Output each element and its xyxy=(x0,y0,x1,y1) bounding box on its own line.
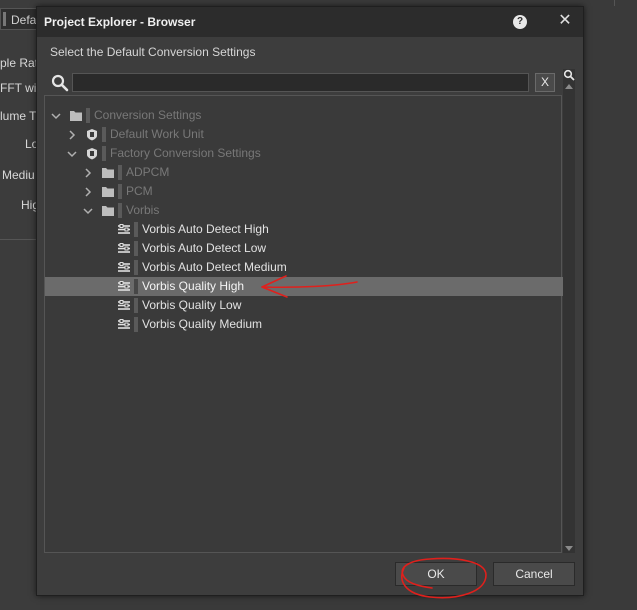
chevron-down-icon[interactable] xyxy=(51,110,61,120)
tree-row[interactable]: Vorbis xyxy=(45,201,563,220)
cancel-button[interactable]: Cancel xyxy=(493,562,575,586)
conversion-settings-icon xyxy=(117,299,131,312)
conversion-settings-icon xyxy=(117,280,131,293)
tree-row[interactable]: Default Work Unit xyxy=(45,125,563,144)
color-marker xyxy=(86,108,90,123)
tree-item-label: PCM xyxy=(126,184,153,198)
tree-item-label: Vorbis Quality Low xyxy=(142,298,242,312)
color-marker xyxy=(134,298,138,313)
tree-row[interactable]: Vorbis Auto Detect Low xyxy=(45,239,563,258)
clear-search-button[interactable]: X xyxy=(535,73,555,92)
chevron-down-icon[interactable] xyxy=(83,205,93,215)
tree-row[interactable]: ADPCM xyxy=(45,163,563,182)
background-divider-top xyxy=(614,0,615,6)
tree-row[interactable]: Vorbis Auto Detect Medium xyxy=(45,258,563,277)
color-marker xyxy=(102,146,106,161)
color-marker xyxy=(118,165,122,180)
background-divider xyxy=(0,239,40,240)
background-label-fft-window: FFT wir xyxy=(0,81,41,95)
folder-icon xyxy=(101,204,115,217)
work-unit-icon xyxy=(85,147,99,160)
tree-row[interactable]: Conversion Settings xyxy=(45,106,563,125)
tree-item-label: Default Work Unit xyxy=(110,127,204,141)
color-marker xyxy=(134,260,138,275)
scroll-up-arrow[interactable] xyxy=(565,84,573,89)
work-unit-icon xyxy=(85,128,99,141)
color-marker xyxy=(134,279,138,294)
search-icon xyxy=(51,74,69,92)
tree-row[interactable]: Vorbis Quality Low xyxy=(45,296,563,315)
tree-item-label: Vorbis Quality High xyxy=(142,279,245,293)
search-options-icon[interactable] xyxy=(563,69,575,81)
color-marker xyxy=(134,241,138,256)
background-label-medium: Mediu xyxy=(2,168,35,182)
folder-icon xyxy=(101,185,115,198)
search-input[interactable] xyxy=(72,73,529,92)
dialog-prompt: Select the Default Conversion Settings xyxy=(50,45,256,59)
chevron-right-icon[interactable] xyxy=(67,129,77,140)
background-panel: Defa ple Rat FFT wir lume T Lo Mediu Hig xyxy=(0,0,40,610)
tree-item-label: Vorbis Auto Detect Medium xyxy=(142,260,287,274)
close-icon[interactable]: ✕ xyxy=(555,11,575,31)
background-tab[interactable]: Defa xyxy=(0,8,40,30)
ok-button[interactable]: OK xyxy=(395,562,477,586)
color-marker xyxy=(134,317,138,332)
dialog-title: Project Explorer - Browser xyxy=(44,15,196,29)
tree-item-label: Vorbis Quality Medium xyxy=(142,317,263,331)
folder-icon xyxy=(101,166,115,179)
color-marker xyxy=(134,222,138,237)
chevron-down-icon[interactable] xyxy=(67,148,77,158)
color-marker xyxy=(118,203,122,218)
color-marker xyxy=(102,127,106,142)
background-label-sample-rate: ple Rat xyxy=(0,56,39,70)
color-marker xyxy=(118,184,122,199)
conversion-settings-icon xyxy=(117,242,131,255)
background-label-volume: lume T xyxy=(0,109,37,123)
folder-icon xyxy=(69,109,83,122)
tree-item-label: Vorbis Auto Detect High xyxy=(142,222,269,236)
conversion-settings-icon xyxy=(117,223,131,236)
tree-item-label: Vorbis Auto Detect Low xyxy=(142,241,267,255)
tree-row[interactable]: Vorbis Quality High xyxy=(45,277,563,296)
background-tab-label: Defa xyxy=(11,13,37,27)
background-right-area xyxy=(584,0,637,610)
dialog-titlebar[interactable]: Project Explorer - Browser ? ✕ xyxy=(37,7,583,37)
chevron-right-icon[interactable] xyxy=(83,186,93,197)
tree-item-label: Factory Conversion Settings xyxy=(110,146,261,160)
tree-row[interactable]: PCM xyxy=(45,182,563,201)
project-explorer-browser-dialog: Project Explorer - Browser ? ✕ Select th… xyxy=(36,6,584,596)
tree-row[interactable]: Factory Conversion Settings xyxy=(45,144,563,163)
vertical-scrollbar[interactable] xyxy=(563,69,575,553)
tree-item-label: Vorbis xyxy=(126,203,160,217)
tree-view[interactable]: Conversion Settings Default Work Unit Fact… xyxy=(44,95,563,553)
tab-marker xyxy=(3,12,6,26)
tree-row[interactable]: Vorbis Quality Medium xyxy=(45,315,563,334)
tree-item-label: ADPCM xyxy=(126,165,170,179)
tree-row[interactable]: Vorbis Auto Detect High xyxy=(45,220,563,239)
scroll-down-arrow[interactable] xyxy=(565,546,573,551)
help-icon[interactable]: ? xyxy=(513,15,527,29)
chevron-right-icon[interactable] xyxy=(83,167,93,178)
conversion-settings-icon xyxy=(117,318,131,331)
conversion-settings-icon xyxy=(117,261,131,274)
tree-item-label: Conversion Settings xyxy=(94,108,202,122)
